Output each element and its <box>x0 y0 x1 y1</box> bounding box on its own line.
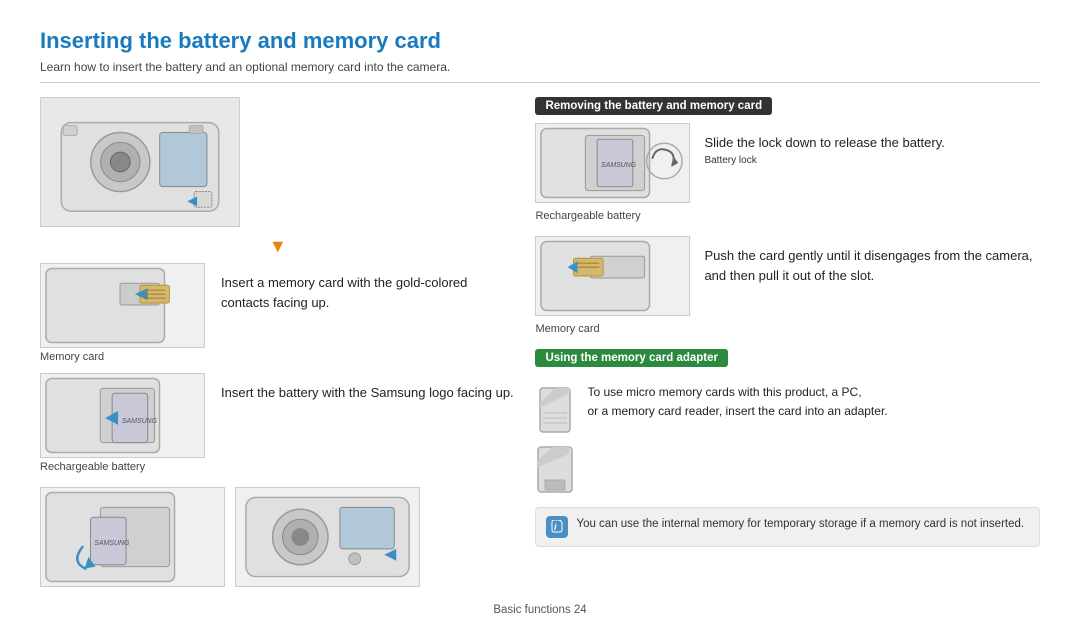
memory-card-removal-img-col: Memory card <box>535 236 690 335</box>
rechargeable-battery-right-label: Rechargeable battery <box>535 210 690 222</box>
right-column: Removing the battery and memory card SAM… <box>515 97 1040 587</box>
memory-card-label: Memory card <box>40 351 205 363</box>
adapter-images <box>535 383 575 497</box>
battery-image: SAMSUNG <box>40 373 205 458</box>
slide-lock-text: Slide the lock down to release the batte… <box>704 123 944 153</box>
page-title: Inserting the battery and memory card <box>40 28 1040 54</box>
content-area: ▼ <box>40 97 1040 587</box>
micro-sd-svg <box>535 383 575 438</box>
memory-card-removal-image <box>535 236 690 316</box>
adapter-section: To use micro memory cards with this prod… <box>535 383 1040 497</box>
battery-removal-img-col: SAMSUNG Rechargeable battery <box>535 123 690 222</box>
left-column: ▼ <box>40 97 515 587</box>
svg-text:i: i <box>554 522 557 532</box>
memory-card-removal-svg <box>536 236 689 316</box>
battery-img-wrap: SAMSUNG Rechargeable battery <box>40 373 205 473</box>
battery-removal-left-svg: SAMSUNG <box>41 487 224 587</box>
note-symbol-svg: i <box>550 520 564 534</box>
battery-svg: SAMSUNG <box>41 373 204 458</box>
adapter-section-badge: Using the memory card adapter <box>535 349 728 367</box>
camera-top-image <box>40 97 240 227</box>
battery-removal-svg: SAMSUNG <box>536 123 689 203</box>
memory-card-row: Memory card Insert a memory card with th… <box>40 263 515 363</box>
page-footer: Basic functions 24 <box>0 604 1080 616</box>
battery-row: SAMSUNG Rechargeable battery Insert the … <box>40 373 515 473</box>
battery-removal-section: SAMSUNG Rechargeable battery Slide the l… <box>535 123 1040 222</box>
note-box: i You can use the internal memory for te… <box>535 507 1040 547</box>
svg-text:SAMSUNG: SAMSUNG <box>602 162 637 169</box>
battery-removal-right-image <box>235 487 420 587</box>
battery-removal-image: SAMSUNG <box>535 123 690 203</box>
rechargeable-battery-label: Rechargeable battery <box>40 461 205 473</box>
memory-card-right-label: Memory card <box>535 323 690 335</box>
bottom-images: SAMSUNG <box>40 487 515 587</box>
note-text: You can use the internal memory for temp… <box>576 516 1024 533</box>
memory-card-svg <box>41 263 204 348</box>
camera-top-svg <box>41 98 239 226</box>
arrow-down-icon: ▼ <box>40 237 515 255</box>
sd-adapter-svg <box>535 442 575 497</box>
page: Inserting the battery and memory card Le… <box>0 0 1080 630</box>
page-subtitle: Learn how to insert the battery and an o… <box>40 60 1040 83</box>
svg-text:SAMSUNG: SAMSUNG <box>94 540 130 547</box>
memory-card-insert-text: Insert a memory card with the gold-color… <box>221 263 515 312</box>
memory-card-image <box>40 263 205 348</box>
note-icon: i <box>546 516 568 538</box>
battery-insert-text: Insert the battery with the Samsung logo… <box>221 373 515 403</box>
memory-card-removal-section: Memory card Push the card gently until i… <box>535 236 1040 335</box>
svg-text:SAMSUNG: SAMSUNG <box>122 418 158 425</box>
adapter-description-text: To use micro memory cards with this prod… <box>587 383 1040 421</box>
battery-removal-right-svg <box>236 487 419 587</box>
battery-removal-left-image: SAMSUNG <box>40 487 225 587</box>
removing-section-badge: Removing the battery and memory card <box>535 97 772 115</box>
battery-lock-label: Battery lock <box>704 155 756 166</box>
push-card-text: Push the card gently until it disengages… <box>704 236 1040 285</box>
memory-card-img-wrap: Memory card <box>40 263 205 363</box>
